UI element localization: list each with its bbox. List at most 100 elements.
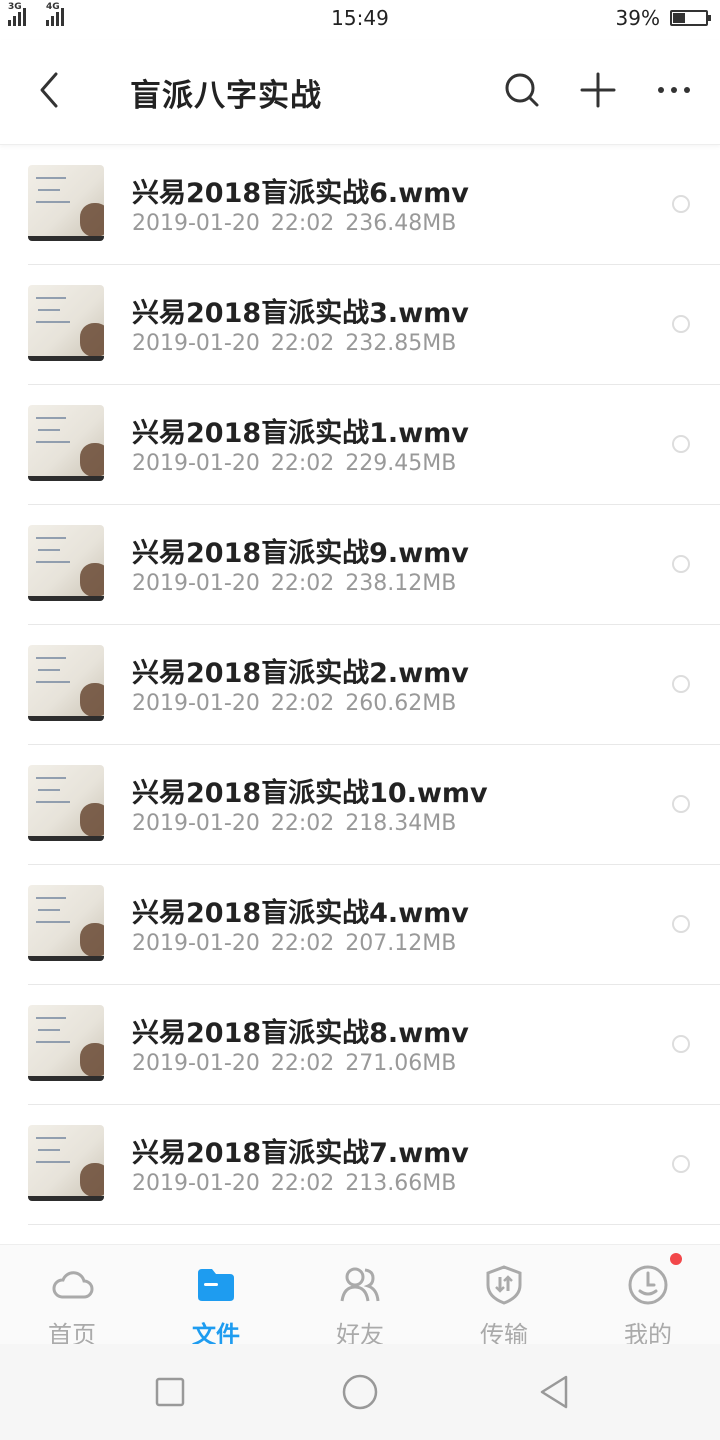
back-button[interactable] [28, 68, 72, 112]
more-dots-icon [658, 87, 690, 93]
app-header: 盲派八字实战 [0, 40, 720, 145]
file-row[interactable]: 兴易2018盲派实战6.wmv 2019-01-20 22:02 236.48MB [0, 145, 720, 265]
file-date: 2019-01-20 [132, 211, 260, 236]
search-button[interactable] [500, 68, 544, 112]
status-time: 15:49 [331, 6, 389, 30]
video-thumbnail [28, 405, 104, 481]
file-meta: 2019-01-20 22:02 271.06MB [132, 1051, 456, 1076]
select-radio[interactable] [672, 555, 690, 573]
triangle-back-icon [540, 1375, 568, 1409]
video-thumbnail [28, 765, 104, 841]
file-name: 兴易2018盲派实战9.wmv [132, 538, 469, 569]
search-icon [505, 73, 539, 107]
file-meta: 2019-01-20 22:02 260.62MB [132, 691, 456, 716]
file-name: 兴易2018盲派实战1.wmv [132, 418, 469, 449]
file-name: 兴易2018盲派实战8.wmv [132, 1018, 469, 1049]
battery-icon [670, 10, 711, 26]
file-time: 22:02 [270, 571, 335, 596]
tab-files[interactable]: 文件 [144, 1245, 288, 1349]
plus-icon [580, 72, 616, 108]
select-radio[interactable] [672, 675, 690, 693]
file-date: 2019-01-20 [132, 571, 260, 596]
file-size: 218.34MB [345, 811, 457, 836]
add-button[interactable] [576, 68, 620, 112]
file-date: 2019-01-20 [132, 1051, 260, 1076]
file-row[interactable]: 兴易2018盲派实战4.wmv 2019-01-20 22:02 207.12MB [0, 865, 720, 985]
select-radio[interactable] [672, 795, 690, 813]
file-date: 2019-01-20 [132, 931, 260, 956]
file-time: 22:02 [270, 331, 335, 356]
file-size: 207.12MB [345, 931, 457, 956]
transfer-icon [486, 1265, 522, 1305]
file-time: 22:02 [270, 451, 335, 476]
file-meta: 2019-01-20 22:02 232.85MB [132, 331, 456, 356]
video-thumbnail [28, 285, 104, 361]
file-meta: 2019-01-20 22:02 238.12MB [132, 571, 456, 596]
home-button[interactable] [338, 1370, 382, 1414]
file-date: 2019-01-20 [132, 451, 260, 476]
file-meta: 2019-01-20 22:02 236.48MB [132, 211, 456, 236]
file-date: 2019-01-20 [132, 1171, 260, 1196]
system-nav-bar [0, 1344, 720, 1440]
file-row[interactable]: 兴易2018盲派实战7.wmv 2019-01-20 22:02 213.66MB [0, 1105, 720, 1225]
file-name: 兴易2018盲派实战4.wmv [132, 898, 469, 929]
file-row[interactable]: 兴易2018盲派实战1.wmv 2019-01-20 22:02 229.45MB [0, 385, 720, 505]
file-meta: 2019-01-20 22:02 207.12MB [132, 931, 456, 956]
file-meta: 2019-01-20 22:02 229.45MB [132, 451, 456, 476]
file-meta: 2019-01-20 22:02 218.34MB [132, 811, 456, 836]
square-icon [155, 1377, 185, 1407]
file-list: 兴易2018盲派实战6.wmv 2019-01-20 22:02 236.48MB… [0, 145, 720, 1225]
file-time: 22:02 [270, 211, 335, 236]
back-nav-button[interactable] [532, 1370, 576, 1414]
file-date: 2019-01-20 [132, 811, 260, 836]
video-thumbnail [28, 1005, 104, 1081]
chevron-left-icon [40, 72, 58, 108]
tab-profile[interactable]: 我的 [576, 1245, 720, 1349]
more-button[interactable] [652, 68, 696, 112]
file-date: 2019-01-20 [132, 691, 260, 716]
select-radio[interactable] [672, 435, 690, 453]
select-radio[interactable] [672, 195, 690, 213]
file-row[interactable]: 兴易2018盲派实战8.wmv 2019-01-20 22:02 271.06MB [0, 985, 720, 1105]
select-radio[interactable] [672, 1155, 690, 1173]
status-bar: 3G 4G 15:49 39% [0, 0, 720, 40]
tab-friends[interactable]: 好友 [288, 1245, 432, 1349]
file-row[interactable]: 兴易2018盲派实战9.wmv 2019-01-20 22:02 238.12MB [0, 505, 720, 625]
file-row[interactable]: 兴易2018盲派实战3.wmv 2019-01-20 22:02 232.85MB [0, 265, 720, 385]
profile-icon [628, 1265, 668, 1305]
video-thumbnail [28, 645, 104, 721]
file-name: 兴易2018盲派实战10.wmv [132, 778, 488, 809]
file-meta: 2019-01-20 22:02 213.66MB [132, 1171, 456, 1196]
file-time: 22:02 [270, 811, 335, 836]
select-radio[interactable] [672, 315, 690, 333]
folder-icon [198, 1269, 234, 1301]
file-row[interactable]: 兴易2018盲派实战2.wmv 2019-01-20 22:02 260.62MB [0, 625, 720, 745]
recents-button[interactable] [148, 1370, 192, 1414]
video-thumbnail [28, 1125, 104, 1201]
file-time: 22:02 [270, 931, 335, 956]
tab-home[interactable]: 首页 [0, 1245, 144, 1349]
file-size: 232.85MB [345, 331, 457, 356]
select-radio[interactable] [672, 915, 690, 933]
file-name: 兴易2018盲派实战6.wmv [132, 178, 469, 209]
file-time: 22:02 [270, 1051, 335, 1076]
tab-transfer[interactable]: 传输 [432, 1245, 576, 1349]
file-row[interactable]: 兴易2018盲派实战10.wmv 2019-01-20 22:02 218.34M… [0, 745, 720, 865]
video-thumbnail [28, 885, 104, 961]
file-size: 271.06MB [345, 1051, 457, 1076]
file-name: 兴易2018盲派实战3.wmv [132, 298, 469, 329]
page-title: 盲派八字实战 [130, 78, 322, 114]
file-size: 229.45MB [345, 451, 457, 476]
bottom-tab-bar: 首页 文件 好友 传输 我的 [0, 1244, 720, 1349]
file-size: 236.48MB [345, 211, 457, 236]
select-radio[interactable] [672, 1035, 690, 1053]
video-thumbnail [28, 165, 104, 241]
row-divider [28, 1224, 720, 1225]
cloud-icon [52, 1271, 94, 1299]
file-size: 238.12MB [345, 571, 457, 596]
circle-icon [342, 1374, 378, 1410]
file-time: 22:02 [270, 691, 335, 716]
notification-badge [670, 1253, 682, 1265]
file-name: 兴易2018盲派实战7.wmv [132, 1138, 469, 1169]
file-name: 兴易2018盲派实战2.wmv [132, 658, 469, 689]
